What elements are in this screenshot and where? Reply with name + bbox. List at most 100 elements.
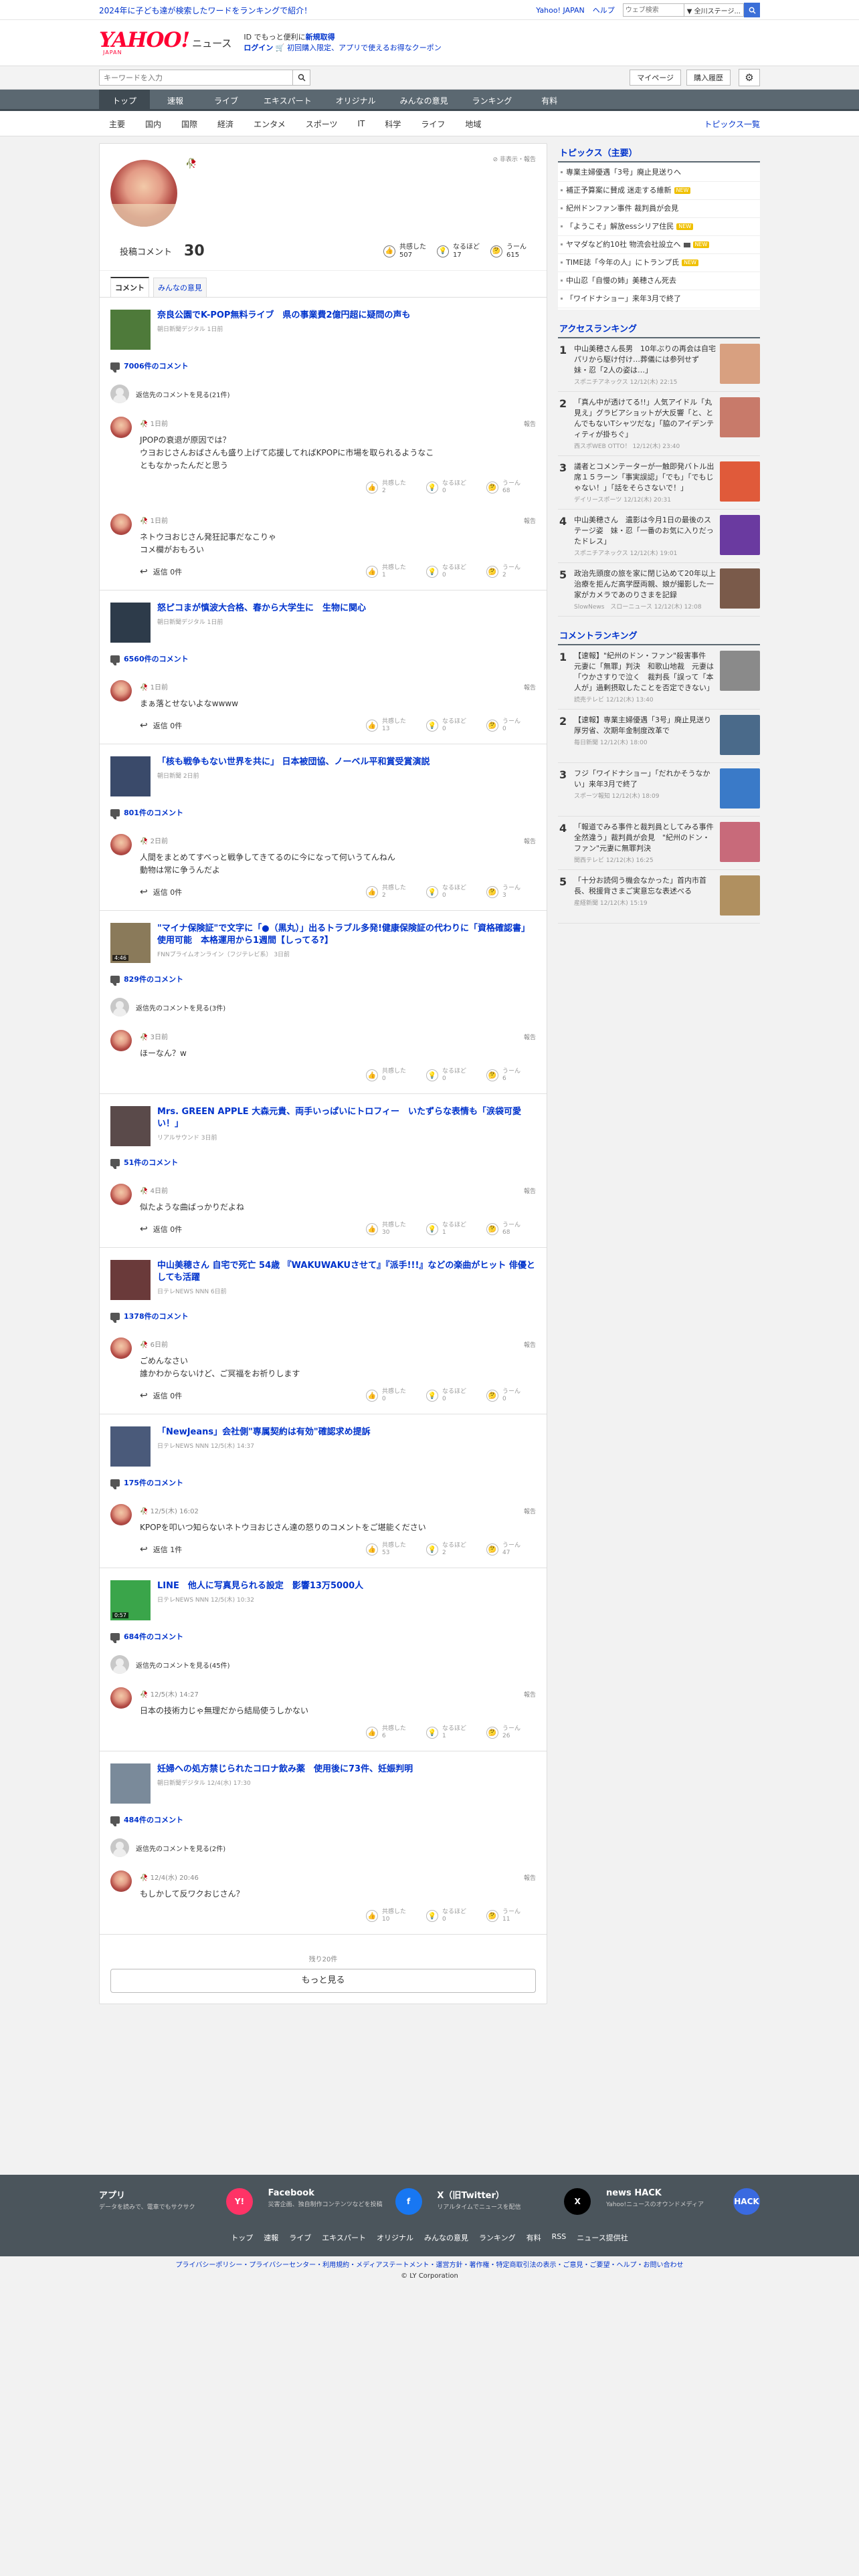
article-thumbnail[interactable] [110,1426,151,1467]
reaction-button[interactable]: 🤔 うーん 6 [486,1068,536,1083]
article-title[interactable]: 怒ピコまが慎波大合格、春から大学生に 生物に関心 [157,603,366,613]
gnav-item[interactable]: みんなの意見 [388,90,460,111]
reaction-button[interactable]: 🤔 うーん 3 [486,885,536,899]
article-thumbnail[interactable]: 0:57 [110,1580,151,1620]
reaction-button[interactable]: 💡 なるほど 0 [426,564,476,579]
ranking-item[interactable]: 2 【速報】専業主婦優遇「3号」廃止見送り厚労省、次期年金制度改革で 毎日新聞 12… [558,710,760,763]
article-title[interactable]: "マイナ保険証"で文字に「●（黒丸）」出るトラブル多発!健康保険証の代わりに「資… [157,924,530,946]
comment-count-link[interactable]: 684件のコメント [110,1623,536,1650]
article-thumbnail[interactable] [110,1763,151,1804]
footer-link[interactable]: ライブ [289,2232,311,2243]
settings-button[interactable]: ⚙ [739,69,760,86]
reply-source-link[interactable]: 返信先のコメントを見る(21件) [110,379,536,409]
category-item[interactable]: 国内 [135,118,171,130]
footer-link[interactable]: エキスパート [322,2232,366,2243]
reaction-button[interactable]: 🤔 うーん 0 [486,718,536,733]
footer-link[interactable]: 有料 [527,2232,541,2243]
comment-count-link[interactable]: 175件のコメント [110,1469,536,1496]
gnav-item[interactable]: 有料 [524,90,575,111]
reaction-button[interactable]: 👍 共感した 1 [366,564,415,579]
article-title[interactable]: Mrs. GREEN APPLE 大森元貴、両手いっぱいにトロフィー いたずらな… [157,1107,521,1129]
topic-item[interactable]: 「ようこそ」解放essシリア住民 NEW [558,218,760,236]
ranking-item[interactable]: 1 中山美穂さん長男 10年ぶりの再会は自宅 パリから駆け付け…葬儀には参列せず … [558,338,760,392]
comment-ranking-title[interactable]: コメントランキング [558,626,760,645]
topic-item[interactable]: 専業主婦優遇「3号」廃止見送りへ [558,164,760,182]
web-search-input[interactable] [622,3,684,17]
category-item[interactable]: スポーツ [296,118,348,130]
comment-count-link[interactable]: 1378件のコメント [110,1303,536,1329]
reaction-button[interactable]: 🤔 うーん 0 [486,1388,536,1403]
footer-link[interactable]: トップ [231,2232,253,2243]
footer-item[interactable]: news HACK Yahoo!ニュースのオウンドメディア HACK [606,2188,760,2215]
signup-link[interactable]: 新規取得 [306,33,335,41]
reaction-button[interactable]: 🤔 うーん 2 [486,564,536,579]
top-promo-link[interactable]: 2024年に子ども達が検索したワードをランキングで紹介！ [99,5,312,16]
category-item[interactable]: エンタメ [244,118,296,130]
article-thumbnail[interactable] [110,603,151,643]
reaction-button[interactable]: 💡 なるほど 1 [426,1222,476,1237]
coupon-link[interactable]: 初回購入限定、アプリで使えるお得なクーポン [287,43,442,52]
report-link[interactable]: 報告 [524,419,536,428]
hide-report-link[interactable]: ⊘ 非表示・報告 [493,154,536,163]
login-link[interactable]: ログイン [244,43,273,52]
topic-item[interactable]: 紀州ドンファン事件 裁判員が会見 [558,200,760,218]
topics-title[interactable]: トピックス（主要） [558,143,760,163]
replies-button[interactable]: ↩ 返信 0件 [140,566,182,577]
replies-button[interactable]: ↩ 返信 0件 [140,1390,182,1401]
report-link[interactable]: 報告 [524,837,536,845]
report-link[interactable]: 報告 [524,1873,536,1882]
category-item[interactable]: 経済 [207,118,244,130]
web-search-button[interactable] [744,3,760,17]
report-link[interactable]: 報告 [524,1690,536,1699]
mypage-button[interactable]: マイページ [630,70,681,86]
reaction-button[interactable]: 👍 共感した 0 [366,1388,415,1403]
comment-count-link[interactable]: 7006件のコメント [110,352,536,379]
topics-list-link[interactable]: トピックス一覧 [704,118,760,130]
more-button[interactable]: もっと見る [110,1969,536,1993]
ranking-item[interactable]: 3 フジ「ワイドナショー」「だれかそうなかい」来年3月で終了 スポーツ報知 12/1… [558,763,760,817]
comment-count-link[interactable]: 484件のコメント [110,1806,536,1833]
reaction-button[interactable]: 👍 共感した 6 [366,1725,415,1740]
gnav-item[interactable]: トップ [99,90,150,111]
footer-link[interactable]: ニュース提供社 [577,2232,628,2243]
comment-count-link[interactable]: 801件のコメント [110,799,536,826]
footer-item[interactable]: X（旧Twitter） リアルタイムでニュースを配信 X [437,2188,591,2215]
keyword-search-button[interactable] [293,70,310,86]
footer-link[interactable]: オリジナル [377,2232,413,2243]
report-link[interactable]: 報告 [524,1340,536,1349]
ranking-item[interactable]: 1 【速報】"紀州のドン・ファン"殺害事件 元妻に「無罪」判決 和歌山地裁 元妻は… [558,645,760,710]
article-thumbnail[interactable] [110,1106,151,1146]
gnav-item[interactable]: ランキング [460,90,524,111]
topic-item[interactable]: ヤマダなど約10社 物流会社設立へ NEW [558,236,760,254]
footer-item[interactable]: Facebook 災害企画、独自制作コンテンツなどを投稿 f [268,2188,422,2215]
ranking-item[interactable]: 4 中山美穂さん 遺影は今月1日の最後のステージ姿 妹・忍「一番のお気に入りだった… [558,510,760,563]
topic-item[interactable]: TIME誌「今年の人」にトランプ氏 NEW [558,254,760,272]
report-link[interactable]: 報告 [524,683,536,691]
access-ranking-title[interactable]: アクセスランキング [558,319,760,338]
report-link[interactable]: 報告 [524,1033,536,1041]
comment-count-link[interactable]: 51件のコメント [110,1149,536,1176]
article-thumbnail[interactable] [110,1260,151,1300]
reaction-button[interactable]: 💡 なるほど 2 [426,1542,476,1557]
reaction-button[interactable]: 🤔 うーん 68 [486,480,536,495]
footer-link[interactable]: 速報 [264,2232,278,2243]
reply-source-link[interactable]: 返信先のコメントを見る(3件) [110,992,536,1022]
reaction-button[interactable]: 🤔 うーん 68 [486,1222,536,1237]
reaction-button[interactable]: 🤔 うーん 11 [486,1909,536,1923]
help-link[interactable]: ヘルプ [593,5,615,15]
reaction-button[interactable]: 👍 共感した 30 [366,1222,415,1237]
footer-link[interactable]: みんなの意見 [424,2232,468,2243]
article-title[interactable]: 中山美穂さん 自宅で死亡 54歳 『WAKUWAKUさせて』『派手!!!』などの… [157,1261,535,1283]
reaction-button[interactable]: 👍 共感した 0 [366,1068,415,1083]
ranking-item[interactable]: 5 「十分お読伺う機会なかった」首内市首長、税援背さまご実意忘な表述べる 産経新聞 … [558,870,760,924]
legal-text[interactable]: プライバシーポリシー・プライバシーセンター・利用規約・メディアステートメント・運… [0,2260,859,2271]
category-item[interactable]: IT [347,119,375,128]
gnav-item[interactable]: ライブ [201,90,252,111]
article-thumbnail[interactable] [110,756,151,796]
replies-button[interactable]: ↩ 返信 0件 [140,1224,182,1235]
topic-item[interactable]: 中山忍「自慢の姉」美穂さん死去 [558,272,760,290]
category-item[interactable]: 科学 [375,118,411,130]
reaction-button[interactable]: 💡 なるほど 0 [426,718,476,733]
article-title[interactable]: LINE 他人に写真見られる設定 影響13万5000人 [157,1581,363,1591]
topic-item[interactable]: 補正予算案に賛成 迷走する維新 NEW [558,182,760,200]
